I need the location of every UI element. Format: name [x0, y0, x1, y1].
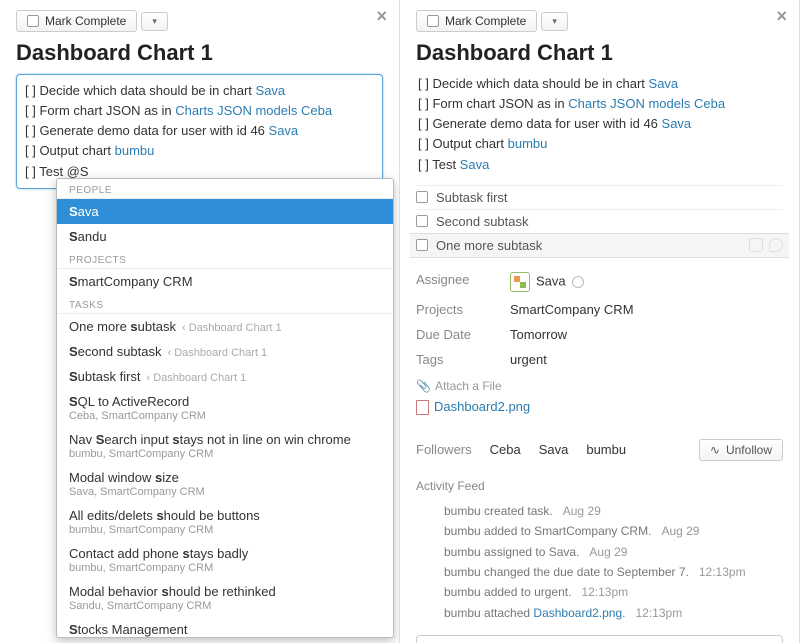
subtask-label: One more subtask: [436, 238, 542, 253]
mention-link[interactable]: Ceba: [297, 103, 332, 118]
file-icon: [416, 400, 429, 415]
dropdown-section-people: PEOPLE: [57, 179, 393, 199]
checkbox-icon[interactable]: [416, 239, 428, 251]
rss-icon: ∿: [710, 443, 720, 457]
task-panel-right: × Mark Complete ▾ Dashboard Chart 1 [ ] …: [400, 0, 800, 643]
feed-line: bumbu attached Dashboard2.png.12:13pm: [444, 603, 783, 623]
mention-link[interactable]: bumbu: [115, 143, 155, 158]
dropdown-item-task[interactable]: One more subtask‹ Dashboard Chart 1: [57, 314, 393, 339]
toolbar: Mark Complete ▾: [16, 10, 383, 32]
comment-icon[interactable]: [769, 238, 783, 252]
follower-names: Ceba Sava bumbu: [490, 442, 626, 457]
task-panel-left: × Mark Complete ▾ Dashboard Chart 1 [ ] …: [0, 0, 400, 643]
mention-link[interactable]: Charts JSON models: [175, 103, 297, 118]
dropdown-item-task[interactable]: SQL to ActiveRecordCeba, SmartCompany CR…: [57, 389, 393, 427]
person-icon[interactable]: [749, 238, 763, 252]
assignee-label: Assignee: [416, 272, 496, 292]
mention-link[interactable]: Sava: [649, 76, 679, 91]
toolbar: Mark Complete ▾: [416, 10, 783, 32]
dropdown-section-projects: PROJECTS: [57, 249, 393, 269]
checkbox-icon: [27, 15, 39, 27]
mention-link[interactable]: bumbu: [508, 136, 548, 151]
dropdown-item-task[interactable]: All edits/delets should be buttonsbumbu,…: [57, 503, 393, 541]
mark-complete-label: Mark Complete: [45, 14, 126, 28]
mention-link[interactable]: Sava: [256, 83, 286, 98]
attach-file[interactable]: 📎Attach a File: [416, 379, 783, 393]
feed-line: bumbu changed the due date to September …: [444, 562, 783, 582]
tags-value[interactable]: urgent: [510, 352, 783, 367]
mention-link[interactable]: Ceba: [690, 96, 725, 111]
chevron-down-icon: ▾: [152, 16, 157, 27]
dropdown-item-task[interactable]: Nav Search input stays not in line on wi…: [57, 427, 393, 465]
checkbox-icon[interactable]: [416, 191, 428, 203]
feed-line: bumbu assigned to Sava.Aug 29: [444, 542, 783, 562]
description-textarea[interactable]: [ ] Decide which data should be in chart…: [416, 74, 783, 175]
feed-line: bumbu added to urgent.12:13pm: [444, 582, 783, 602]
subtask-row[interactable]: Second subtask: [416, 209, 783, 233]
dropdown-item-task[interactable]: Subtask first‹ Dashboard Chart 1: [57, 364, 393, 389]
task-title[interactable]: Dashboard Chart 1: [416, 40, 783, 66]
dropdown-item-task[interactable]: Contact add phone stays badlybumbu, Smar…: [57, 541, 393, 579]
task-title[interactable]: Dashboard Chart 1: [16, 40, 383, 66]
subtask-label: Subtask first: [436, 190, 508, 205]
mark-complete-button[interactable]: Mark Complete: [416, 10, 537, 32]
due-date-value[interactable]: Tomorrow: [510, 327, 783, 342]
mention-link[interactable]: Sava: [662, 116, 692, 131]
more-actions-dropdown[interactable]: ▾: [541, 12, 568, 31]
checkbox-icon[interactable]: [416, 215, 428, 227]
dropdown-item-task[interactable]: Modal behavior should be rethinkedSandu,…: [57, 579, 393, 617]
description-textarea[interactable]: [ ] Decide which data should be in chart…: [16, 74, 383, 189]
close-icon[interactable]: ×: [376, 6, 387, 27]
unfollow-button[interactable]: ∿Unfollow: [699, 439, 783, 461]
dropdown-item-project[interactable]: SmartCompany CRM: [57, 269, 393, 294]
follower[interactable]: Sava: [539, 442, 569, 457]
projects-value[interactable]: SmartCompany CRM: [510, 302, 783, 317]
meta-grid: Assignee Sava Projects SmartCompany CRM …: [416, 272, 783, 367]
projects-label: Projects: [416, 302, 496, 317]
avatar: [510, 272, 530, 292]
activity-feed-label: Activity Feed: [416, 479, 783, 493]
paperclip-icon: 📎: [416, 379, 431, 393]
subtask-label: Second subtask: [436, 214, 529, 229]
subtask-row[interactable]: One more subtask: [410, 233, 789, 258]
follower[interactable]: Ceba: [490, 442, 521, 457]
tags-label: Tags: [416, 352, 496, 367]
followers-row: Followers Ceba Sava bumbu ∿Unfollow: [416, 439, 783, 461]
more-actions-dropdown[interactable]: ▾: [141, 12, 168, 31]
assignee-value[interactable]: Sava: [510, 272, 783, 292]
chevron-down-icon: ▾: [552, 16, 557, 27]
feed-line: bumbu added to SmartCompany CRM.Aug 29: [444, 521, 783, 541]
mention-autocomplete: PEOPLE Sava Sandu PROJECTS SmartCompany …: [56, 178, 394, 638]
feed-line: bumbu created task.Aug 29: [444, 501, 783, 521]
mark-complete-label: Mark Complete: [445, 14, 526, 28]
dropdown-section-tasks: TASKS: [57, 294, 393, 314]
attachment-link[interactable]: Dashboard2.png: [533, 606, 622, 620]
clear-assignee-icon[interactable]: [572, 276, 584, 288]
checkbox-icon: [427, 15, 439, 27]
mention-link[interactable]: Sava: [269, 123, 299, 138]
close-icon[interactable]: ×: [776, 6, 787, 27]
dropdown-item-task[interactable]: Second subtask‹ Dashboard Chart 1: [57, 339, 393, 364]
follower[interactable]: bumbu: [586, 442, 626, 457]
dropdown-item-person[interactable]: Sava: [57, 199, 393, 224]
subtask-list: Subtask first Second subtask One more su…: [416, 185, 783, 258]
dropdown-item-person[interactable]: Sandu: [57, 224, 393, 249]
dropdown-item-task[interactable]: Stocks ManagementLeoșa, Retail Informer: [57, 617, 393, 638]
followers-label: Followers: [416, 442, 472, 457]
comment-input[interactable]: Comment: [416, 635, 783, 643]
due-date-label: Due Date: [416, 327, 496, 342]
activity-feed: bumbu created task.Aug 29 bumbu added to…: [416, 501, 783, 623]
mark-complete-button[interactable]: Mark Complete: [16, 10, 137, 32]
subtask-row[interactable]: Subtask first: [416, 185, 783, 209]
attachment-link[interactable]: Dashboard2.png: [416, 399, 783, 415]
dropdown-item-task[interactable]: Modal window sizeSava, SmartCompany CRM: [57, 465, 393, 503]
mention-link[interactable]: Sava: [460, 157, 490, 172]
mention-link[interactable]: Charts JSON models: [568, 96, 690, 111]
